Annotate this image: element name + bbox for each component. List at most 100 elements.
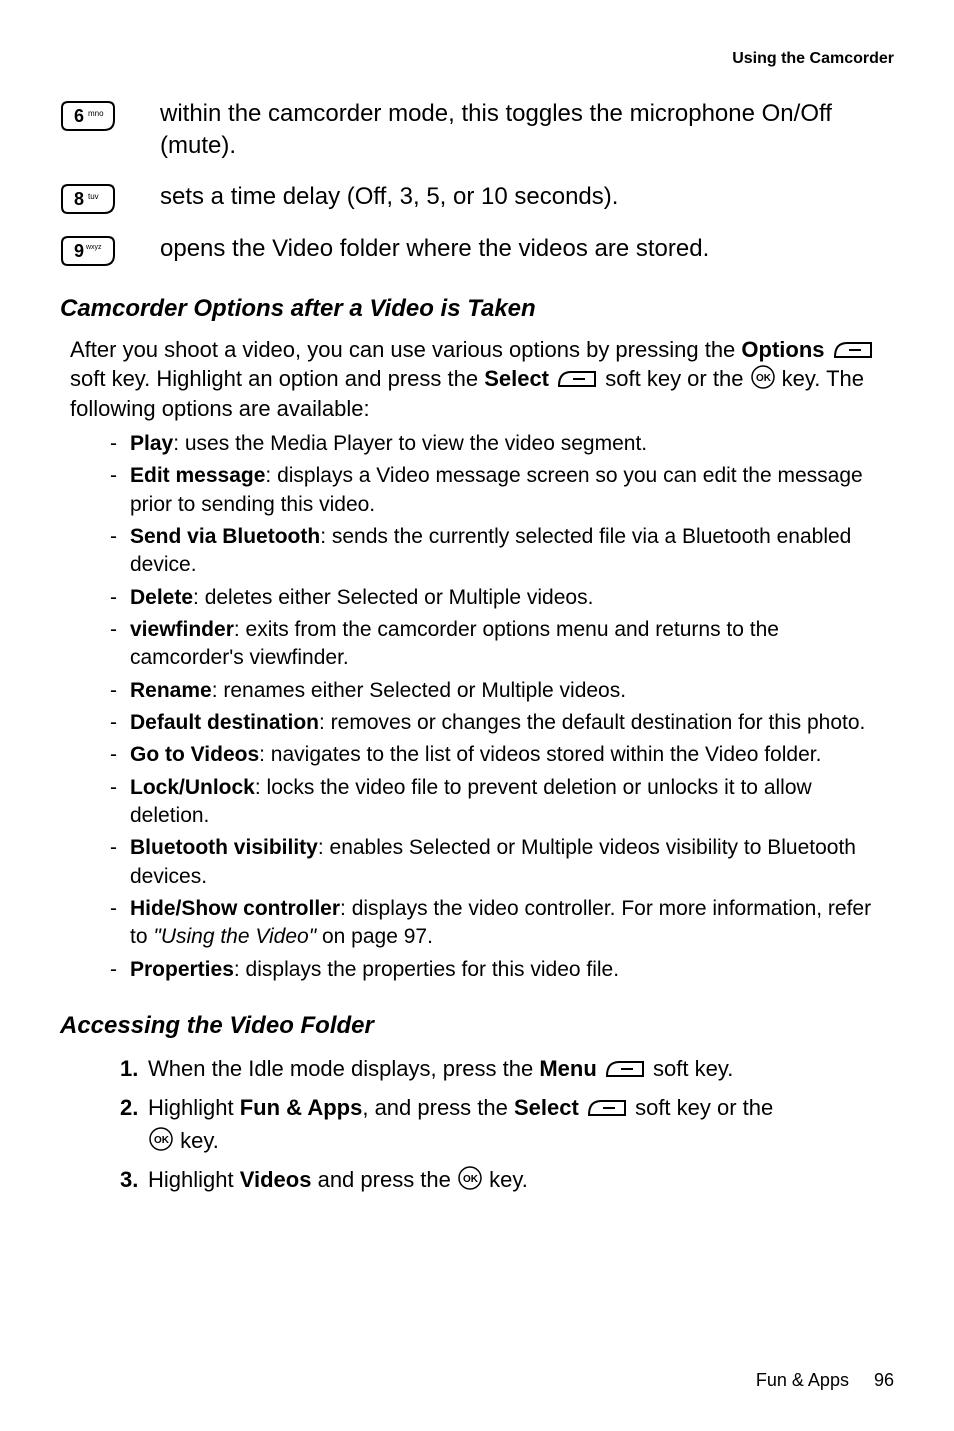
options-list: -Play: uses the Media Player to view the… (110, 430, 894, 984)
option-desc-post: on page 97. (316, 925, 433, 948)
svg-text:OK: OK (756, 373, 772, 384)
option-term: Properties (130, 958, 234, 981)
list-item: -Hide/Show controller: displays the vide… (110, 895, 894, 952)
dash: - (110, 616, 130, 673)
option-term: Delete (130, 586, 193, 609)
list-item: -Bluetooth visibility: enables Selected … (110, 834, 894, 891)
svg-text:8: 8 (74, 189, 84, 209)
step-text: Highlight (148, 1095, 240, 1120)
step-number: 3. (120, 1163, 148, 1196)
key-9-icon: 9 wxyz (60, 233, 140, 267)
option-desc: : displays the properties for this video… (234, 958, 619, 981)
dash: - (110, 462, 130, 519)
intro-text-1: After you shoot a video, you can use var… (70, 337, 741, 362)
step-text: key. (180, 1128, 219, 1153)
intro-text-3: soft key or the (605, 366, 749, 391)
heading-accessing-video-folder: Accessing the Video Folder (60, 1012, 894, 1040)
list-item: -Go to Videos: navigates to the list of … (110, 741, 894, 769)
dash: - (110, 741, 130, 769)
step-videos-bold: Videos (240, 1167, 312, 1192)
list-item: -Delete: deletes either Selected or Mult… (110, 584, 894, 612)
step-2: 2. Highlight Fun & Apps, and press the S… (120, 1091, 894, 1157)
page-section-header: Using the Camcorder (60, 50, 894, 68)
step-text: and press the (311, 1167, 457, 1192)
key-6-icon: 6 mno (60, 98, 140, 132)
option-desc: : uses the Media Player to view the vide… (173, 432, 647, 455)
heading-camcorder-options: Camcorder Options after a Video is Taken (60, 295, 894, 323)
dash: - (110, 430, 130, 458)
option-desc: : deletes either Selected or Multiple vi… (193, 586, 593, 609)
step-number: 2. (120, 1091, 148, 1157)
step-text: soft key or the (635, 1095, 773, 1120)
dash: - (110, 677, 130, 705)
step-select-bold: Select (514, 1095, 579, 1120)
softkey-icon (585, 1097, 629, 1119)
option-term: Lock/Unlock (130, 776, 255, 799)
dash: - (110, 956, 130, 984)
option-term: viewfinder (130, 618, 234, 641)
step-text: key. (489, 1167, 528, 1192)
svg-text:6: 6 (74, 106, 84, 126)
footer-page-number: 96 (874, 1370, 894, 1390)
softkey-icon (831, 339, 875, 361)
step-fun-bold: Fun & Apps (240, 1095, 363, 1120)
list-item: -Default destination: removes or changes… (110, 709, 894, 737)
svg-text:OK: OK (463, 1174, 479, 1185)
steps-list: 1. When the Idle mode displays, press th… (120, 1052, 894, 1196)
ok-key-icon: OK (457, 1165, 483, 1191)
step-text: When the Idle mode displays, press the (148, 1056, 539, 1081)
dash: - (110, 774, 130, 831)
svg-text:tuv: tuv (88, 192, 99, 201)
dash: - (110, 709, 130, 737)
list-item: -viewfinder: exits from the camcorder op… (110, 616, 894, 673)
dash: - (110, 523, 130, 580)
key-6-description: within the camcorder mode, this toggles … (160, 98, 894, 163)
option-desc: : removes or changes the default destina… (319, 711, 865, 734)
option-term: Bluetooth visibility (130, 836, 318, 859)
softkey-icon (555, 368, 599, 390)
ok-key-icon: OK (148, 1126, 174, 1152)
option-desc: : navigates to the list of videos stored… (259, 743, 821, 766)
step-3: 3. Highlight Videos and press the OK key… (120, 1163, 894, 1196)
list-item: -Rename: renames either Selected or Mult… (110, 677, 894, 705)
ok-key-icon: OK (750, 364, 776, 390)
dash: - (110, 584, 130, 612)
intro-select-bold: Select (484, 366, 549, 391)
intro-options-bold: Options (741, 337, 824, 362)
list-item: -Play: uses the Media Player to view the… (110, 430, 894, 458)
option-term: Rename (130, 679, 212, 702)
key-9-description: opens the Video folder where the videos … (160, 233, 894, 265)
footer-section-label: Fun & Apps (756, 1370, 849, 1390)
key-row-9: 9 wxyz opens the Video folder where the … (60, 233, 894, 267)
dash: - (110, 895, 130, 952)
step-text: soft key. (653, 1056, 733, 1081)
list-item: -Lock/Unlock: locks the video file to pr… (110, 774, 894, 831)
step-number: 1. (120, 1052, 148, 1085)
key-row-6: 6 mno within the camcorder mode, this to… (60, 98, 894, 163)
intro-text-2: soft key. Highlight an option and press … (70, 366, 484, 391)
dash: - (110, 834, 130, 891)
step-text: , and press the (362, 1095, 514, 1120)
option-term: Edit message (130, 464, 265, 487)
option-term: Default destination (130, 711, 319, 734)
softkey-icon (603, 1058, 647, 1080)
step-text: Highlight (148, 1167, 240, 1192)
option-term: Go to Videos (130, 743, 259, 766)
key-8-icon: 8 tuv (60, 181, 140, 215)
key-8-description: sets a time delay (Off, 3, 5, or 10 seco… (160, 181, 894, 213)
list-item: -Send via Bluetooth: sends the currently… (110, 523, 894, 580)
option-desc: : renames either Selected or Multiple vi… (212, 679, 626, 702)
list-item: -Properties: displays the properties for… (110, 956, 894, 984)
page-footer: Fun & Apps 96 (756, 1370, 894, 1391)
intro-paragraph: After you shoot a video, you can use var… (70, 335, 894, 424)
option-term: Play (130, 432, 173, 455)
list-item: -Edit message: displays a Video message … (110, 462, 894, 519)
svg-text:OK: OK (154, 1135, 170, 1146)
option-term: Send via Bluetooth (130, 525, 320, 548)
step-menu-bold: Menu (539, 1056, 596, 1081)
option-desc-italic: "Using the Video" (153, 925, 316, 948)
key-row-8: 8 tuv sets a time delay (Off, 3, 5, or 1… (60, 181, 894, 215)
option-term: Hide/Show controller (130, 897, 340, 920)
svg-text:mno: mno (88, 109, 104, 118)
svg-text:9: 9 (74, 241, 84, 261)
